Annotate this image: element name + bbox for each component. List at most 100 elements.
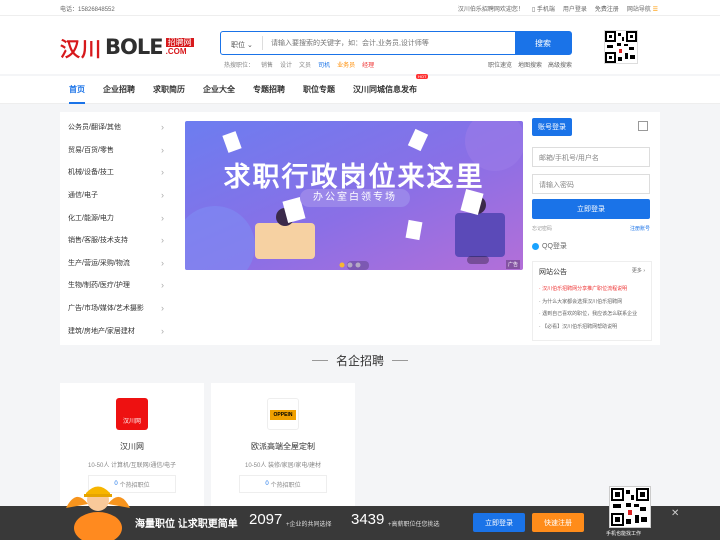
qr-login-icon[interactable] [638, 121, 648, 131]
notice-title: 网站公告 [539, 269, 567, 276]
hot-search-label: 热搜职位： [224, 63, 255, 69]
category-item[interactable]: 建筑/房地产/家居建材 › [60, 319, 172, 342]
site-nav-link[interactable]: 网站导航 ☰ [627, 4, 658, 13]
account-login-tab[interactable]: 账号登录 [532, 118, 572, 136]
site-logo[interactable]: 汉川 BOLE 招聘网 .COM [60, 35, 205, 61]
notice-item[interactable]: · 汉川伯乐招聘网分享推广职位流程说明 [539, 285, 649, 298]
category-item[interactable]: 生物/制药/医疗/护理 › [60, 274, 172, 297]
notice-item[interactable]: · 遇到自己喜欢的职位，我应该怎么联系企业 [539, 310, 649, 323]
search-type-select[interactable]: 职位 ⌄ [221, 36, 263, 50]
qr-code-icon [604, 30, 638, 64]
notice-item[interactable]: · 为什么大家都会选择汉川伯乐招聘网 [539, 298, 649, 311]
close-icon[interactable]: ✕ [671, 508, 679, 519]
hot-item[interactable]: 文员 [299, 60, 311, 69]
password-placeholder: 请输入密码 [539, 182, 574, 189]
category-list: 公务员/翻译/其他 › 贸易/百货/零售 › 机械/设备/技工 › 通信/电子 › 化工… [60, 112, 172, 345]
search-bar: 职位 ⌄ 搜索 [220, 31, 572, 55]
hot-item[interactable]: 业务员 [337, 60, 355, 69]
footer-register-button[interactable]: 快速注册 [532, 513, 584, 532]
company-meta: 10-50人 装修/家居/家电/建材 [244, 463, 321, 469]
logo-tag-com: .COM [165, 47, 187, 56]
chevron-right-icon: › [161, 257, 164, 268]
search-input[interactable] [263, 32, 515, 54]
register-link[interactable]: 注册账号 [630, 225, 650, 232]
category-label: 广告/市场/媒体/艺术摄影 [68, 305, 144, 313]
nav-home[interactable]: 首页 [69, 84, 85, 104]
qq-icon [532, 242, 539, 250]
chevron-right-icon: › [161, 325, 164, 336]
nav-resumes[interactable]: 求职简历 [153, 84, 185, 95]
companies-count: 2097 [249, 511, 283, 528]
category-item[interactable]: 通信/电子 › [60, 184, 172, 207]
user-login-link[interactable]: 用户登录 [563, 4, 587, 13]
category-item[interactable]: 公务员/翻译/其他 › [60, 116, 172, 139]
notice-item-text: 为什么大家都会选择汉川伯乐招聘网 [542, 298, 623, 305]
logo-cn: 汉川 [60, 36, 102, 61]
mascot-illustration [66, 486, 130, 540]
free-register-link[interactable]: 免费注册 [595, 4, 619, 13]
company-logo: 汉川网 [116, 398, 148, 430]
top-bar: 电话：15826848552 汉川伯乐招聘网欢迎您！ ▯ 手机端 用户登录 免费… [0, 0, 720, 16]
quick-link[interactable]: 高级搜索 [548, 60, 572, 69]
category-item[interactable]: 广告/市场/媒体/艺术摄影 › [60, 297, 172, 320]
company-name: 汉川网 [120, 442, 144, 451]
top-links: 汉川伯乐招聘网欢迎您！ ▯ 手机端 用户登录 免费注册 网站导航 ☰ [458, 4, 658, 13]
promo-banner[interactable]: 求职行政岗位来这里 办公室白领专场 广告 [185, 121, 523, 270]
nav-job-topics[interactable]: 职位专题 [303, 84, 335, 95]
qq-login[interactable]: QQ登录 [532, 241, 567, 251]
site-nav-label: 网站导航 [626, 7, 651, 13]
nav-company-jobs[interactable]: 企业招聘 [103, 84, 135, 95]
chevron-down-icon: ⌄ [246, 42, 253, 49]
login-button[interactable]: 立即登录 [532, 199, 650, 219]
notice-more-link[interactable]: 更多 › [632, 267, 645, 274]
mobile-link[interactable]: ▯ 手机端 [532, 4, 555, 13]
chevron-right-icon: › [161, 212, 164, 223]
category-item[interactable]: 机械/设备/技工 › [60, 161, 172, 184]
category-item[interactable]: 贸易/百货/零售 › [60, 139, 172, 162]
jobs-total-label: +高薪职位任您挑选 [388, 522, 440, 528]
username-placeholder: 邮箱/手机号/用户名 [539, 155, 599, 162]
company-card[interactable]: OPPEIN 欧派高端全屋定制 10-50人 装修/家居/家电/建材 0 个热招职… [211, 383, 355, 513]
category-item[interactable]: 销售/客服/技术支持 › [60, 229, 172, 252]
notice-item-text: 遇到自己喜欢的职位，我应该怎么联系企业 [542, 311, 638, 317]
search-type-label: 职位 [231, 42, 245, 49]
chevron-right-icon: › [161, 190, 164, 201]
password-field[interactable]: 请输入密码 [532, 174, 650, 194]
jobs-count: 0 [265, 481, 269, 487]
footer-login-button[interactable]: 立即登录 [473, 513, 525, 532]
footer-slogan: 海量职位 让求职更简单 [135, 519, 238, 530]
chevron-right-icon: › [161, 144, 164, 155]
hot-item[interactable]: 司机 [318, 60, 330, 69]
quick-link[interactable]: 地图搜索 [518, 60, 542, 69]
notice-item[interactable]: · 【必看】汉川伯乐招聘网帮助说明 [539, 323, 649, 336]
company-meta: 10-50人 计算机/互联网/通信/电子 [87, 463, 176, 469]
footer-qr-code-icon [609, 486, 651, 528]
category-item[interactable]: 生产/营运/采购/物流 › [60, 252, 172, 275]
category-label: 通信/电子 [68, 192, 98, 200]
section-title: 名企招聘 [335, 354, 384, 368]
company-logo-text: OPPEIN [270, 410, 296, 420]
hot-item[interactable]: 销售 [261, 60, 273, 69]
category-label: 生产/营运/采购/物流 [68, 259, 130, 267]
header: 汉川 BOLE 招聘网 .COM 职位 ⌄ 搜索 热搜职位： 销售 设计 文员 … [0, 16, 720, 74]
main-nav: 首页 企业招聘 求职简历 企业大全 专题招聘 职位专题 汉川同城信息发布 HOT [0, 74, 720, 104]
nav-special-jobs[interactable]: 专题招聘 [253, 84, 285, 95]
category-label: 建筑/房地产/家居建材 [68, 327, 135, 335]
username-field[interactable]: 邮箱/手机号/用户名 [532, 147, 650, 167]
quick-link[interactable]: 职位速览 [488, 60, 512, 69]
menu-icon: ☰ [652, 7, 658, 13]
search-button[interactable]: 搜索 [515, 32, 571, 54]
nav-companies[interactable]: 企业大全 [203, 84, 235, 95]
category-label: 公务员/翻译/其他 [68, 124, 121, 132]
hot-item[interactable]: 经理 [362, 60, 374, 69]
banner-subtitle: 办公室白领专场 [300, 189, 410, 207]
hot-item[interactable]: 设计 [280, 60, 292, 69]
nav-local-info[interactable]: 汉川同城信息发布 [353, 84, 417, 95]
jobs-total: 3439 [351, 511, 385, 528]
company-jobs-button[interactable]: 0 个热招职位 [239, 475, 327, 493]
section-divider [392, 360, 408, 361]
ad-label: 广告 [505, 260, 520, 269]
chevron-right-icon: › [161, 122, 164, 133]
category-item[interactable]: 化工/能源/电力 › [60, 206, 172, 229]
forgot-password-link[interactable]: 忘记密码 [532, 225, 552, 232]
